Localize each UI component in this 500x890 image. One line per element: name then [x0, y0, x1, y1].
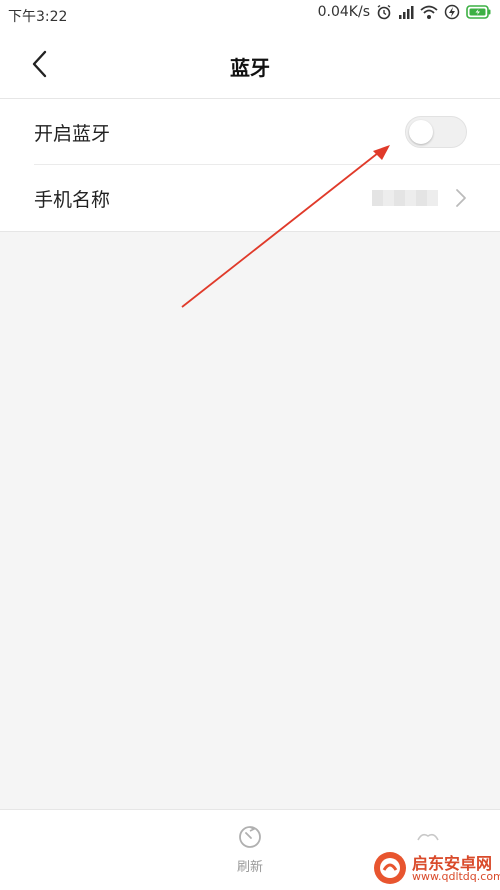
watermark-url: www.qdltdq.com: [412, 870, 500, 883]
header: 蓝牙: [0, 30, 500, 99]
device-name-row[interactable]: 手机名称 ██████: [0, 165, 500, 231]
refresh-button[interactable]: 刷新: [225, 824, 275, 880]
bluetooth-label: 开启蓝牙: [34, 123, 111, 145]
bluetooth-toggle-row[interactable]: 开启蓝牙: [0, 99, 500, 165]
refresh-label: 刷新: [236, 860, 263, 875]
battery-icon: [466, 5, 491, 19]
page-title: 蓝牙: [230, 56, 270, 80]
device-name-value: ██████: [372, 190, 438, 206]
refresh-icon: [239, 826, 261, 848]
watermark: 启东安卓网 www.qdltdq.com: [372, 850, 500, 886]
charging-icon: [444, 4, 460, 20]
more-icon[interactable]: [416, 830, 440, 842]
settings-list: 开启蓝牙 手机名称 ██████: [0, 99, 500, 232]
device-name-label: 手机名称: [34, 189, 111, 211]
toggle-knob: [409, 120, 433, 144]
network-speed: 0.04K/s: [317, 4, 370, 20]
bluetooth-toggle[interactable]: [405, 116, 467, 148]
watermark-logo-icon: [374, 852, 406, 884]
status-icons: 0.04K/s: [318, 4, 492, 20]
signal-icon: [399, 6, 414, 19]
chevron-right-icon: [456, 189, 466, 207]
status-time: 下午3:22: [8, 9, 68, 25]
alarm-icon: [377, 4, 391, 20]
wifi-icon: [420, 5, 438, 19]
status-bar: 下午3:22 0.04K/s: [0, 0, 500, 30]
